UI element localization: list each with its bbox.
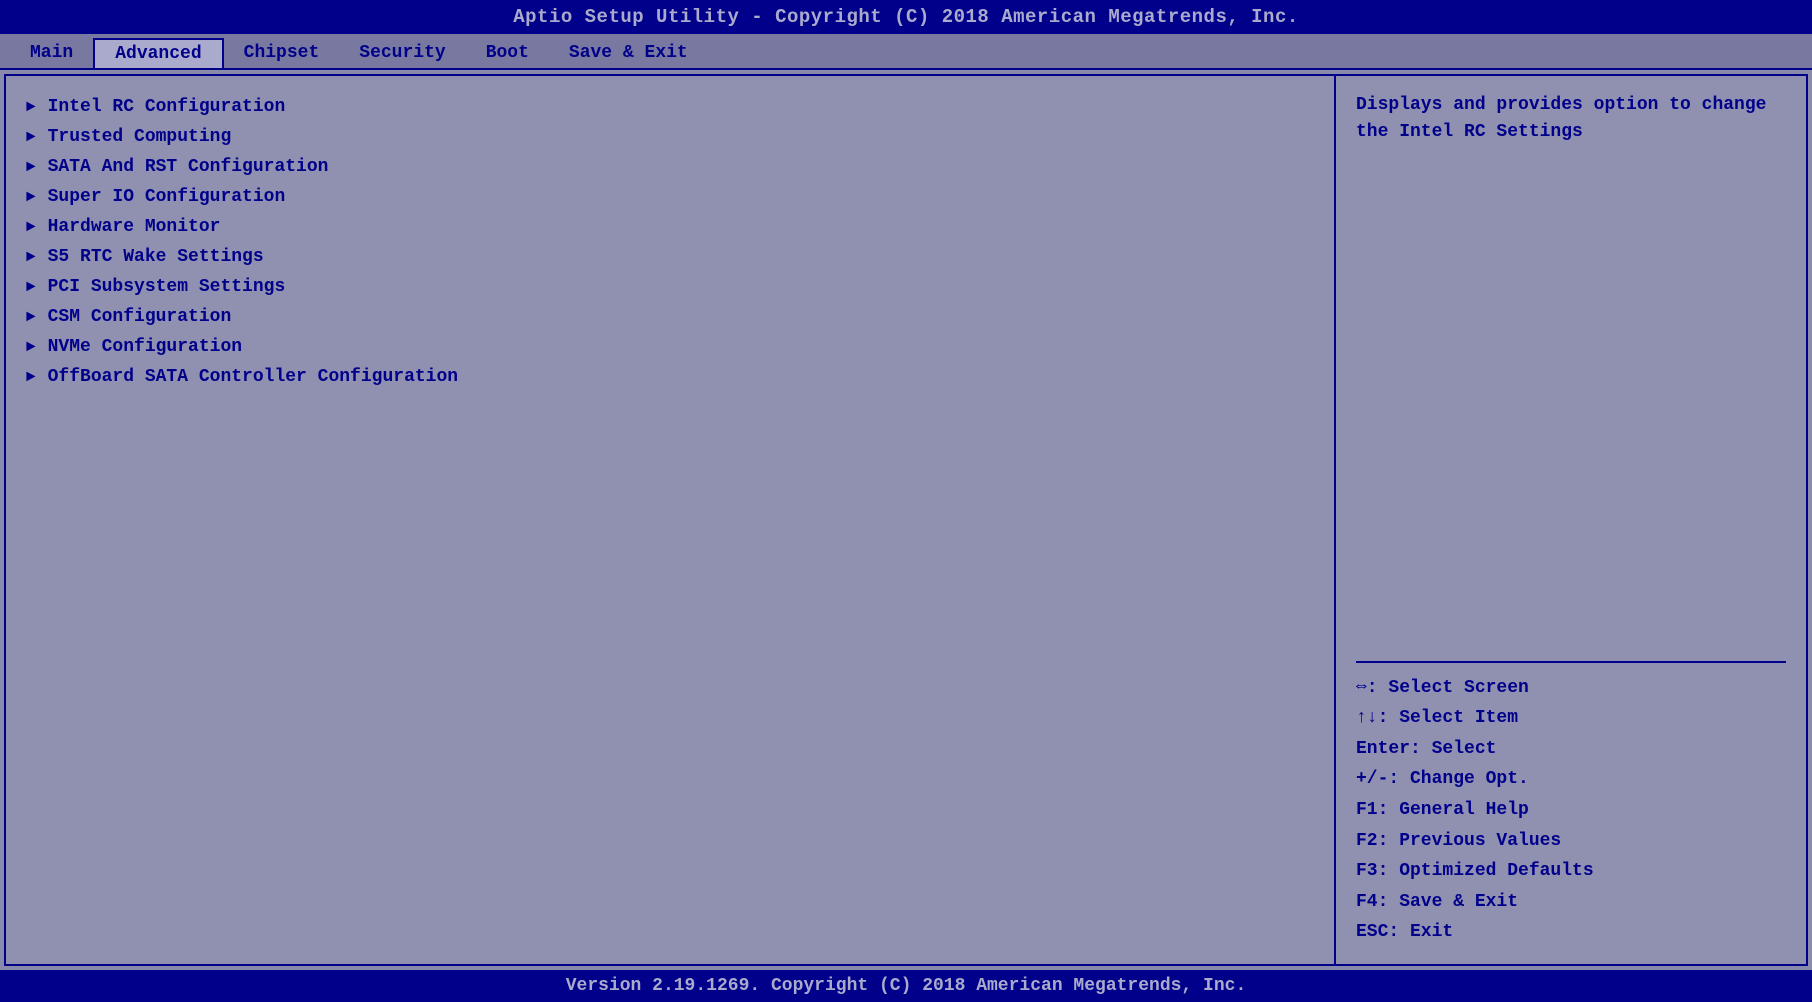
menu-item-3[interactable]: ► Super IO Configuration: [26, 182, 1314, 212]
title-text: Aptio Setup Utility - Copyright (C) 2018…: [513, 6, 1299, 28]
key-help-line: ↑↓: Select Item: [1356, 703, 1786, 734]
menu-item-label-3: Super IO Configuration: [48, 187, 286, 207]
key-help-line: ESC: Exit: [1356, 917, 1786, 948]
key-help-line: Enter: Select: [1356, 734, 1786, 765]
menu-item-8[interactable]: ► NVMe Configuration: [26, 332, 1314, 362]
key-help-line: ⇔: Select Screen: [1356, 673, 1786, 704]
arrow-icon-3: ►: [26, 188, 36, 206]
divider: [1356, 661, 1786, 663]
key-help-line: F4: Save & Exit: [1356, 887, 1786, 918]
arrow-icon-7: ►: [26, 308, 36, 326]
help-text: Displays and provides option to change t…: [1356, 92, 1786, 651]
key-help-line: +/-: Change Opt.: [1356, 764, 1786, 795]
menu-item-label-4: Hardware Monitor: [48, 217, 221, 237]
menu-item-1[interactable]: ► Trusted Computing: [26, 122, 1314, 152]
key-help-line: F3: Optimized Defaults: [1356, 856, 1786, 887]
menu-item-5[interactable]: ► S5 RTC Wake Settings: [26, 242, 1314, 272]
menu-item-label-0: Intel RC Configuration: [48, 97, 286, 117]
key-help-line: F2: Previous Values: [1356, 826, 1786, 857]
menu-item-0[interactable]: ► Intel RC Configuration: [26, 92, 1314, 122]
nav-bar: MainAdvancedChipsetSecurityBootSave & Ex…: [0, 34, 1812, 70]
nav-tab-chipset[interactable]: Chipset: [224, 38, 340, 68]
arrow-icon-0: ►: [26, 98, 36, 116]
menu-item-label-2: SATA And RST Configuration: [48, 157, 329, 177]
nav-tab-save-and-exit[interactable]: Save & Exit: [549, 38, 708, 68]
main-content: ► Intel RC Configuration ► Trusted Computin…: [4, 74, 1808, 966]
menu-item-label-7: CSM Configuration: [48, 307, 232, 327]
arrow-icon-5: ►: [26, 248, 36, 266]
footer-text: Version 2.19.1269. Copyright (C) 2018 Am…: [566, 976, 1247, 996]
menu-item-4[interactable]: ► Hardware Monitor: [26, 212, 1314, 242]
right-panel: Displays and provides option to change t…: [1336, 76, 1806, 964]
key-help: ⇔: Select Screen↑↓: Select ItemEnter: Se…: [1356, 673, 1786, 948]
arrow-icon-2: ►: [26, 158, 36, 176]
key-help-line: F1: General Help: [1356, 795, 1786, 826]
arrow-icon-8: ►: [26, 338, 36, 356]
menu-item-9[interactable]: ► OffBoard SATA Controller Configuration: [26, 362, 1314, 392]
menu-item-7[interactable]: ► CSM Configuration: [26, 302, 1314, 332]
menu-item-label-6: PCI Subsystem Settings: [48, 277, 286, 297]
menu-item-label-9: OffBoard SATA Controller Configuration: [48, 367, 458, 387]
menu-item-label-1: Trusted Computing: [48, 127, 232, 147]
arrow-icon-4: ►: [26, 218, 36, 236]
footer: Version 2.19.1269. Copyright (C) 2018 Am…: [0, 970, 1812, 1002]
menu-item-label-5: S5 RTC Wake Settings: [48, 247, 264, 267]
nav-tab-security[interactable]: Security: [339, 38, 465, 68]
arrow-icon-1: ►: [26, 128, 36, 146]
left-panel: ► Intel RC Configuration ► Trusted Computin…: [6, 76, 1336, 964]
menu-item-6[interactable]: ► PCI Subsystem Settings: [26, 272, 1314, 302]
bios-screen: Aptio Setup Utility - Copyright (C) 2018…: [0, 0, 1812, 1002]
menu-item-2[interactable]: ► SATA And RST Configuration: [26, 152, 1314, 182]
arrow-icon-9: ►: [26, 368, 36, 386]
menu-item-label-8: NVMe Configuration: [48, 337, 242, 357]
title-bar: Aptio Setup Utility - Copyright (C) 2018…: [0, 0, 1812, 34]
nav-tab-main[interactable]: Main: [10, 38, 93, 68]
nav-tab-advanced[interactable]: Advanced: [93, 38, 223, 68]
arrow-icon-6: ►: [26, 278, 36, 296]
nav-tab-boot[interactable]: Boot: [466, 38, 549, 68]
